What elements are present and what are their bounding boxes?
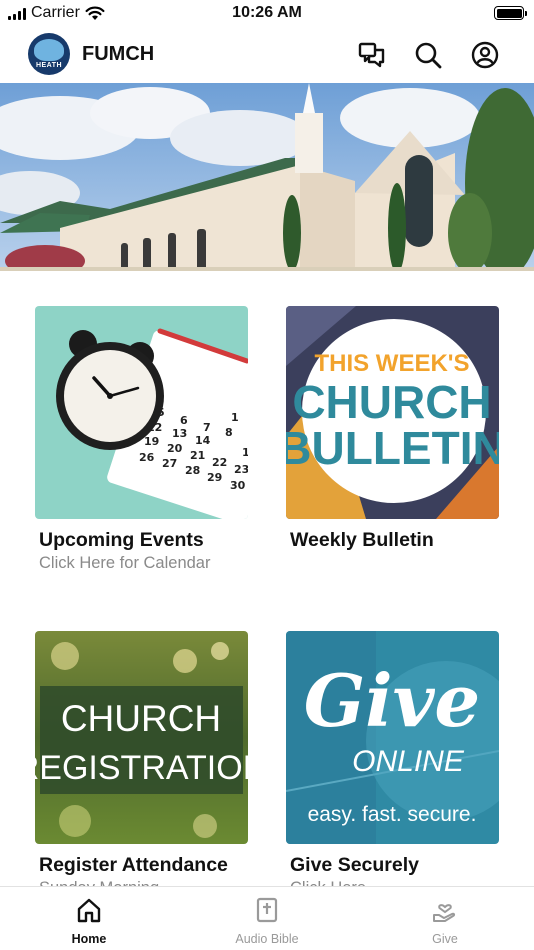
tab-give[interactable]: Give bbox=[385, 887, 505, 950]
tab-label: Home bbox=[71, 932, 107, 946]
tile-title: Weekly Bulletin bbox=[290, 529, 434, 551]
tile-title: Register Attendance bbox=[39, 854, 228, 876]
calendar-day: 15 bbox=[242, 446, 248, 459]
home-icon bbox=[77, 898, 101, 923]
calendar-day: 21 bbox=[190, 449, 205, 462]
hero-church-image bbox=[0, 83, 534, 271]
calendar-day: 22 bbox=[212, 456, 227, 469]
calendar-day: 26 bbox=[139, 451, 155, 464]
calendar-day: 28 bbox=[185, 464, 200, 477]
search-icon[interactable] bbox=[413, 40, 443, 70]
church-logo[interactable]: HEATH bbox=[28, 33, 70, 75]
tile-upcoming-events[interactable]: 1 6 7 8 5 12 13 14 15 19 20 21 22 26 27 … bbox=[35, 306, 248, 572]
app-header: HEATH FUMCH bbox=[0, 28, 534, 83]
registration-image: CHURCH REGISTRATION bbox=[35, 631, 248, 844]
calendar-day: 8 bbox=[225, 426, 233, 439]
give-online-image: Give ONLINE easy. fast. secure. bbox=[286, 631, 499, 844]
calendar-day: 29 bbox=[207, 471, 222, 484]
logo-text: HEATH bbox=[35, 62, 63, 69]
calendar-day: 23 bbox=[234, 463, 248, 476]
tab-label: Give bbox=[432, 932, 458, 946]
bible-icon bbox=[256, 897, 278, 923]
calendar-day: 19 bbox=[144, 435, 159, 448]
calendar-day: 30 bbox=[230, 479, 246, 492]
bulletin-image: THIS WEEK'S CHURCH BULLETIN bbox=[286, 306, 499, 519]
status-bar: Carrier 10:26 AM bbox=[0, 0, 534, 28]
calendar-day: 14 bbox=[195, 434, 211, 447]
clock-calendar-image: 1 6 7 8 5 12 13 14 15 19 20 21 22 26 27 … bbox=[35, 306, 248, 519]
calendar-day: 20 bbox=[167, 442, 183, 455]
calendar-day: 27 bbox=[162, 457, 177, 470]
app-title: FUMCH bbox=[82, 43, 155, 65]
bottom-tab-bar: Home Audio Bible Give bbox=[0, 886, 534, 950]
bulletin-line-3: BULLETIN bbox=[286, 422, 499, 474]
give-tagline-text: easy. fast. secure. bbox=[308, 803, 477, 826]
registration-line-1: CHURCH bbox=[61, 698, 221, 739]
give-script-text: Give bbox=[304, 658, 480, 743]
calendar-day: 1 bbox=[231, 411, 239, 424]
tile-register-attendance[interactable]: CHURCH REGISTRATION Register Attendance … bbox=[35, 631, 248, 897]
tab-home[interactable]: Home bbox=[29, 887, 149, 950]
tile-subtitle: Click Here for Calendar bbox=[39, 554, 211, 572]
calendar-day: 7 bbox=[203, 421, 211, 434]
tile-title: Give Securely bbox=[290, 854, 419, 876]
give-hand-icon bbox=[433, 904, 456, 922]
chat-icon[interactable] bbox=[357, 40, 387, 70]
registration-line-2: REGISTRATION bbox=[35, 749, 248, 787]
tile-give-securely[interactable]: Give ONLINE easy. fast. secure. Give Sec… bbox=[286, 631, 499, 897]
profile-icon[interactable] bbox=[470, 40, 500, 70]
tab-label: Audio Bible bbox=[235, 932, 299, 946]
bulletin-line-2: CHURCH bbox=[292, 376, 491, 428]
tab-audio-bible[interactable]: Audio Bible bbox=[207, 887, 327, 950]
tile-title: Upcoming Events bbox=[39, 529, 204, 551]
status-time: 10:26 AM bbox=[232, 4, 302, 21]
give-online-text: ONLINE bbox=[352, 745, 465, 778]
bulletin-line-1: THIS WEEK'S bbox=[314, 350, 469, 377]
calendar-day: 6 bbox=[180, 414, 188, 427]
battery-icon bbox=[494, 6, 527, 20]
calendar-day: 13 bbox=[172, 427, 187, 440]
tile-weekly-bulletin[interactable]: THIS WEEK'S CHURCH BULLETIN Weekly Bulle… bbox=[286, 306, 499, 551]
